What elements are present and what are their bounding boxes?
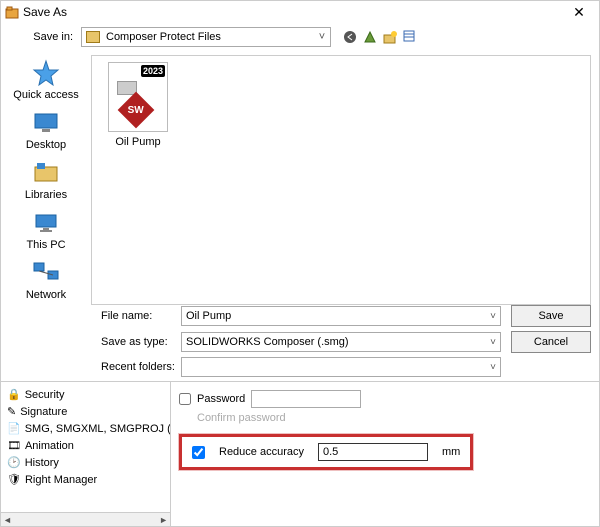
save-in-row: Save in: Composer Protect Files ˅ (1, 23, 599, 55)
save-type-label: Save as type: (101, 336, 181, 348)
recent-folders-label: Recent folders: (101, 361, 181, 373)
desktop-icon (32, 109, 60, 137)
chevron-down-icon: ˅ (314, 31, 330, 43)
place-label: Desktop (26, 139, 66, 151)
places-bar: Quick access Desktop Libraries This PC N… (1, 55, 91, 305)
reduce-accuracy-unit: mm (442, 446, 460, 458)
tree-item-security[interactable]: 🔒Security (3, 386, 168, 403)
save-in-combo[interactable]: Composer Protect Files ˅ (81, 27, 331, 47)
pen-icon: ✎ (7, 405, 16, 418)
folder-icon (86, 31, 100, 43)
main-area: Quick access Desktop Libraries This PC N… (1, 55, 599, 305)
shield-icon: 🛡 (7, 473, 21, 486)
chevron-down-icon: ˅ (490, 362, 496, 373)
new-folder-icon[interactable] (383, 30, 397, 44)
clock-icon: 🕑 (7, 456, 21, 469)
film-icon: 🎞 (7, 439, 21, 452)
save-in-value: Composer Protect Files (104, 31, 314, 43)
password-label: Password (197, 393, 245, 405)
year-badge: 2023 (141, 65, 165, 77)
window-title: Save As (23, 5, 563, 19)
chevron-down-icon: ˅ (490, 311, 496, 322)
reduce-accuracy-checkbox[interactable] (192, 446, 205, 459)
save-type-value: SOLIDWORKS Composer (.smg) (186, 336, 349, 348)
scroll-right-icon[interactable]: ► (159, 515, 168, 525)
sw-logo-icon: SW (118, 92, 155, 129)
form-rows: File name: Oil Pump ˅ Save Save as type:… (1, 305, 599, 377)
cancel-button[interactable]: Cancel (511, 331, 591, 353)
place-label: Libraries (25, 189, 67, 201)
password-input[interactable] (251, 390, 361, 408)
password-checkbox[interactable] (179, 393, 191, 405)
place-label: Quick access (13, 89, 78, 101)
toolbar-icons (343, 30, 417, 44)
tree-item-signature[interactable]: ✎Signature (3, 403, 168, 420)
save-in-label: Save in: (9, 31, 81, 43)
place-quick-access[interactable]: Quick access (6, 59, 86, 101)
save-button[interactable]: Save (511, 305, 591, 327)
tree-item-history[interactable]: 🕑History (3, 454, 168, 471)
tree-item-animation[interactable]: 🎞Animation (3, 437, 168, 454)
tree-item-smg[interactable]: 📄SMG, SMGXML, SMGPROJ ( (3, 420, 168, 437)
place-label: Network (26, 289, 66, 301)
place-desktop[interactable]: Desktop (6, 109, 86, 151)
title-bar: Save As ✕ (1, 1, 599, 23)
reduce-accuracy-highlight: Reduce accuracy 0.5 mm (179, 434, 473, 470)
network-icon (32, 259, 60, 287)
pc-icon (32, 209, 60, 237)
reduce-accuracy-label: Reduce accuracy (219, 446, 304, 458)
views-icon[interactable] (403, 30, 417, 44)
place-libraries[interactable]: Libraries (6, 159, 86, 201)
star-icon (32, 59, 60, 87)
file-item[interactable]: 2023 SW Oil Pump (98, 62, 178, 148)
save-type-combo[interactable]: SOLIDWORKS Composer (.smg) ˅ (181, 332, 501, 352)
security-detail: Password Confirm password Reduce accurac… (171, 382, 599, 526)
up-icon[interactable] (363, 30, 377, 44)
file-name-label: Oil Pump (115, 136, 160, 148)
place-network[interactable]: Network (6, 259, 86, 301)
chevron-down-icon: ˅ (490, 337, 496, 348)
filename-input[interactable]: Oil Pump ˅ (181, 306, 501, 326)
scroll-left-icon[interactable]: ◄ (3, 515, 12, 525)
lock-icon: 🔒 (7, 388, 21, 401)
close-button[interactable]: ✕ (563, 4, 595, 21)
place-this-pc[interactable]: This PC (6, 209, 86, 251)
tree-scrollbar[interactable]: ◄ ► (1, 512, 170, 526)
doc-icon: 📄 (7, 422, 21, 435)
file-list-area[interactable]: 2023 SW Oil Pump (91, 55, 591, 305)
place-label: This PC (26, 239, 65, 251)
back-icon[interactable] (343, 30, 357, 44)
app-icon (5, 5, 19, 19)
filename-value: Oil Pump (186, 310, 231, 322)
options-tree: 🔒Security ✎Signature 📄SMG, SMGXML, SMGPR… (1, 382, 171, 526)
filename-label: File name: (101, 310, 181, 322)
confirm-password-label: Confirm password (197, 412, 591, 424)
tree-item-right-manager[interactable]: 🛡Right Manager (3, 471, 168, 488)
reduce-accuracy-input[interactable]: 0.5 (318, 443, 428, 461)
recent-folders-combo[interactable]: ˅ (181, 357, 501, 377)
options-panel: 🔒Security ✎Signature 📄SMG, SMGXML, SMGPR… (1, 381, 599, 526)
file-thumbnail: 2023 SW (108, 62, 168, 132)
libraries-icon (32, 159, 60, 187)
